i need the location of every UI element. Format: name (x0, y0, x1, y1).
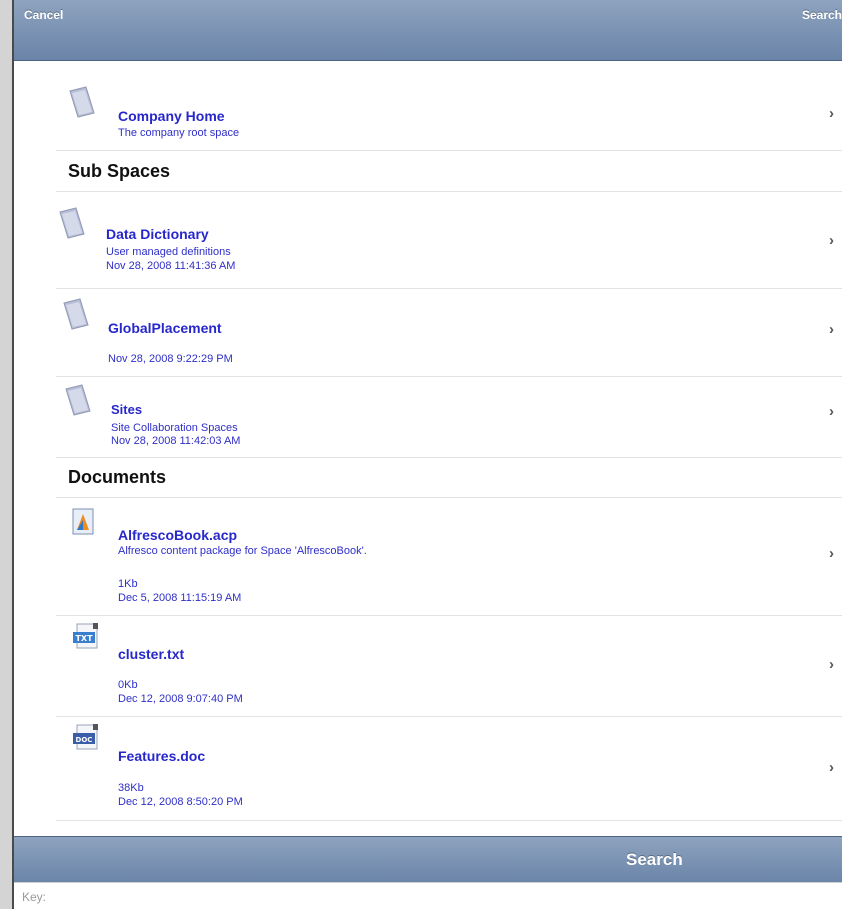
space-title: Company Home (118, 108, 225, 124)
document-size: 38Kb (118, 782, 144, 794)
sub-space-title: GlobalPlacement (108, 320, 222, 336)
sub-space-date: Nov 28, 2008 9:22:29 PM (108, 353, 233, 365)
sub-space-title: Sites (111, 402, 143, 417)
document-row[interactable]: TXT cluster.txt 0Kb Dec 12, 2008 9:07:40… (56, 616, 842, 717)
document-size: 0Kb (118, 679, 138, 691)
acp-package-icon (72, 508, 94, 535)
space-folder-icon (63, 298, 89, 330)
document-title: cluster.txt (118, 646, 185, 662)
window-frame-left (0, 0, 14, 909)
sub-space-description: User managed definitions (106, 246, 231, 258)
document-row[interactable]: DOC Features.doc 38Kb Dec 12, 2008 8:50:… (56, 717, 842, 821)
documents-header: Documents (68, 467, 167, 487)
search-key-row: Key: (14, 882, 842, 910)
key-label: Key: (22, 890, 47, 904)
sub-space-row[interactable]: Sites Site Collaboration Spaces Nov 28, … (56, 377, 842, 458)
sub-space-description: Site Collaboration Spaces (111, 422, 238, 434)
space-folder-icon (69, 86, 95, 118)
document-title: Features.doc (118, 748, 206, 764)
sub-space-row[interactable]: Data Dictionary User managed definitions… (56, 192, 842, 289)
txt-file-icon: TXT (73, 623, 98, 649)
chevron-right-icon: › (829, 656, 834, 673)
space-description: The company root space (118, 127, 240, 139)
search-key-input[interactable] (50, 886, 834, 908)
chevron-right-icon: › (829, 545, 834, 562)
svg-text:TXT: TXT (75, 634, 93, 643)
document-row[interactable]: AlfrescoBook.acp Alfresco content packag… (56, 498, 842, 616)
sub-space-date: Nov 28, 2008 11:41:36 AM (106, 260, 236, 272)
chevron-right-icon: › (829, 232, 834, 249)
doc-file-icon: DOC (73, 724, 98, 750)
search-panel-header: Search (14, 836, 842, 883)
document-date: Dec 12, 2008 9:07:40 PM (118, 693, 243, 705)
document-date: Dec 12, 2008 8:50:20 PM (118, 796, 243, 808)
sub-spaces-header: Sub Spaces (68, 161, 171, 181)
chevron-right-icon: › (829, 321, 834, 338)
search-button[interactable]: Search (802, 8, 842, 22)
space-browser-list: Company Home The company root space › Su… (14, 61, 842, 836)
current-space-row[interactable]: Company Home The company root space › (56, 61, 842, 151)
sub-space-date: Nov 28, 2008 11:42:03 AM (111, 435, 241, 447)
sub-space-row[interactable]: GlobalPlacement Nov 28, 2008 9:22:29 PM … (56, 289, 842, 377)
space-folder-icon (65, 384, 91, 416)
chevron-right-icon: › (829, 105, 834, 122)
search-panel-title: Search (626, 850, 683, 869)
chevron-right-icon: › (829, 759, 834, 776)
cancel-button[interactable]: Cancel (24, 8, 63, 22)
chevron-right-icon: › (829, 403, 834, 420)
document-description: Alfresco content package for Space 'Alfr… (118, 545, 367, 557)
svg-text:DOC: DOC (76, 736, 93, 744)
document-title: AlfrescoBook.acp (118, 527, 238, 543)
sub-space-title: Data Dictionary (106, 226, 209, 242)
top-navigation-bar: Cancel Search (14, 0, 842, 61)
document-size: 1Kb (118, 578, 138, 590)
space-folder-icon (59, 207, 85, 239)
document-date: Dec 5, 2008 11:15:19 AM (118, 592, 242, 604)
